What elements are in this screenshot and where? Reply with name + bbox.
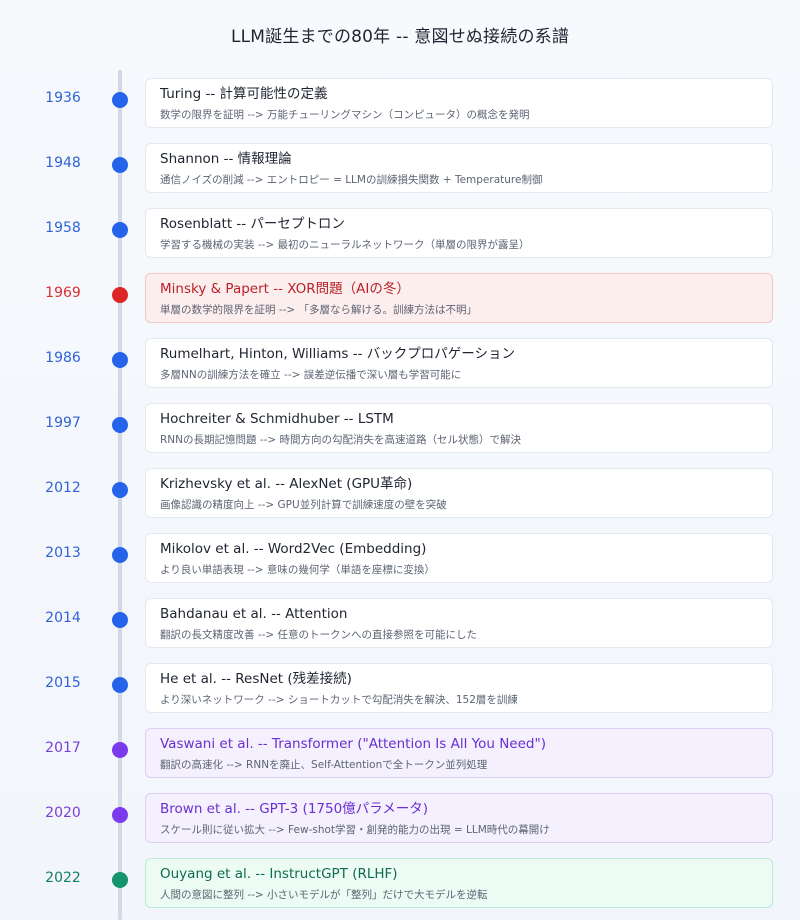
event-card: Turing -- 計算可能性の定義 数学の限界を証明 --> 万能チューリング… — [145, 78, 773, 128]
event-marker-dot — [112, 157, 128, 173]
event-description: 数学の限界を証明 --> 万能チューリングマシン（コンピュータ）の概念を発明 — [160, 109, 530, 121]
timeline-item: 2022 Ouyang et al. -- InstructGPT (RLHF)… — [0, 850, 800, 908]
event-marker-dot — [112, 742, 128, 758]
event-marker-dot — [112, 872, 128, 888]
event-marker-dot — [112, 482, 128, 498]
event-description: 学習する機械の実装 --> 最初のニューラルネットワーク（単層の限界が露呈） — [160, 239, 530, 251]
timeline-item: 2013 Mikolov et al. -- Word2Vec (Embeddi… — [0, 525, 800, 583]
event-title: Rumelhart, Hinton, Williams -- バックプロパゲーシ… — [160, 346, 516, 362]
event-title: Krizhevsky et al. -- AlexNet (GPU革命) — [160, 476, 413, 492]
event-card: Rosenblatt -- パーセプトロン 学習する機械の実装 --> 最初のニ… — [145, 208, 773, 258]
timeline-item: 1997 Hochreiter & Schmidhuber -- LSTM RN… — [0, 395, 800, 453]
timeline-item: 1936 Turing -- 計算可能性の定義 数学の限界を証明 --> 万能チ… — [0, 70, 800, 128]
timeline-item: 2012 Krizhevsky et al. -- AlexNet (GPU革命… — [0, 460, 800, 518]
timeline-item: 2017 Vaswani et al. -- Transformer ("Att… — [0, 720, 800, 778]
event-marker-dot — [112, 677, 128, 693]
event-description: 翻訳の高速化 --> RNNを廃止、Self-Attentionで全トークン並列… — [160, 759, 488, 771]
event-title: Ouyang et al. -- InstructGPT (RLHF) — [160, 866, 398, 882]
event-marker-dot — [112, 222, 128, 238]
event-card: Mikolov et al. -- Word2Vec (Embedding) よ… — [145, 533, 773, 583]
event-description: より深いネットワーク --> ショートカットで勾配消失を解決、152層を訓練 — [160, 694, 518, 706]
timeline-item: 1969 Minsky & Papert -- XOR問題（AIの冬） 単層の数… — [0, 265, 800, 323]
event-description: 画像認識の精度向上 --> GPU並列計算で訓練速度の壁を突破 — [160, 499, 447, 511]
event-card: Hochreiter & Schmidhuber -- LSTM RNNの長期記… — [145, 403, 773, 453]
event-title: Turing -- 計算可能性の定義 — [160, 86, 328, 102]
event-title: Rosenblatt -- パーセプトロン — [160, 216, 345, 232]
event-card: Vaswani et al. -- Transformer ("Attentio… — [145, 728, 773, 778]
event-card: Shannon -- 情報理論 通信ノイズの削減 --> エントロピー = LL… — [145, 143, 773, 193]
event-marker-dot — [112, 287, 128, 303]
event-card: Rumelhart, Hinton, Williams -- バックプロパゲーシ… — [145, 338, 773, 388]
event-card: Ouyang et al. -- InstructGPT (RLHF) 人間の意… — [145, 858, 773, 908]
event-card: Minsky & Papert -- XOR問題（AIの冬） 単層の数学的限界を… — [145, 273, 773, 323]
event-description: より良い単語表現 --> 意味の幾何学（単語を座標に変換） — [160, 564, 435, 576]
event-description: 翻訳の長文精度改善 --> 任意のトークンへの直接参照を可能にした — [160, 629, 478, 641]
event-marker-dot — [112, 417, 128, 433]
event-description: 人間の意図に整列 --> 小さいモデルが「整列」だけで大モデルを逆転 — [160, 889, 488, 901]
event-marker-dot — [112, 352, 128, 368]
event-card: He et al. -- ResNet (残差接続) より深いネットワーク --… — [145, 663, 773, 713]
timeline-item: 1958 Rosenblatt -- パーセプトロン 学習する機械の実装 -->… — [0, 200, 800, 258]
timeline-item: 2015 He et al. -- ResNet (残差接続) より深いネットワ… — [0, 655, 800, 713]
timeline-item: 2014 Bahdanau et al. -- Attention 翻訳の長文精… — [0, 590, 800, 648]
event-title: Hochreiter & Schmidhuber -- LSTM — [160, 411, 394, 427]
event-title: Vaswani et al. -- Transformer ("Attentio… — [160, 736, 546, 752]
event-description: スケール則に従い拡大 --> Few-shot学習・創発的能力の出現 = LLM… — [160, 824, 550, 836]
event-title: Bahdanau et al. -- Attention — [160, 606, 348, 622]
event-description: 多層NNの訓練方法を確立 --> 誤差逆伝播で深い層も学習可能に — [160, 369, 462, 381]
event-marker-dot — [112, 612, 128, 628]
event-title: Minsky & Papert -- XOR問題（AIの冬） — [160, 281, 410, 297]
event-marker-dot — [112, 807, 128, 823]
timeline-item: 1948 Shannon -- 情報理論 通信ノイズの削減 --> エントロピー… — [0, 135, 800, 193]
event-title: Mikolov et al. -- Word2Vec (Embedding) — [160, 541, 427, 557]
event-description: 通信ノイズの削減 --> エントロピー = LLMの訓練損失関数 + Tempe… — [160, 174, 543, 186]
timeline-item: 1986 Rumelhart, Hinton, Williams -- バックプ… — [0, 330, 800, 388]
event-description: 単層の数学的限界を証明 --> 「多層なら解ける。訓練方法は不明」 — [160, 304, 478, 316]
page-title: LLM誕生までの80年 -- 意図せぬ接続の系譜 — [230, 27, 570, 47]
event-title: Brown et al. -- GPT-3 (1750億パラメータ) — [160, 801, 429, 817]
event-card: Krizhevsky et al. -- AlexNet (GPU革命) 画像認… — [145, 468, 773, 518]
event-marker-dot — [112, 547, 128, 563]
event-marker-dot — [112, 92, 128, 108]
timeline-item: 2020 Brown et al. -- GPT-3 (1750億パラメータ) … — [0, 785, 800, 843]
event-description: RNNの長期記憶問題 --> 時間方向の勾配消失を高速道路（セル状態）で解決 — [160, 434, 522, 446]
event-title: He et al. -- ResNet (残差接続) — [160, 671, 352, 687]
event-title: Shannon -- 情報理論 — [160, 151, 292, 167]
event-card: Brown et al. -- GPT-3 (1750億パラメータ) スケール則… — [145, 793, 773, 843]
event-card: Bahdanau et al. -- Attention 翻訳の長文精度改善 -… — [145, 598, 773, 648]
